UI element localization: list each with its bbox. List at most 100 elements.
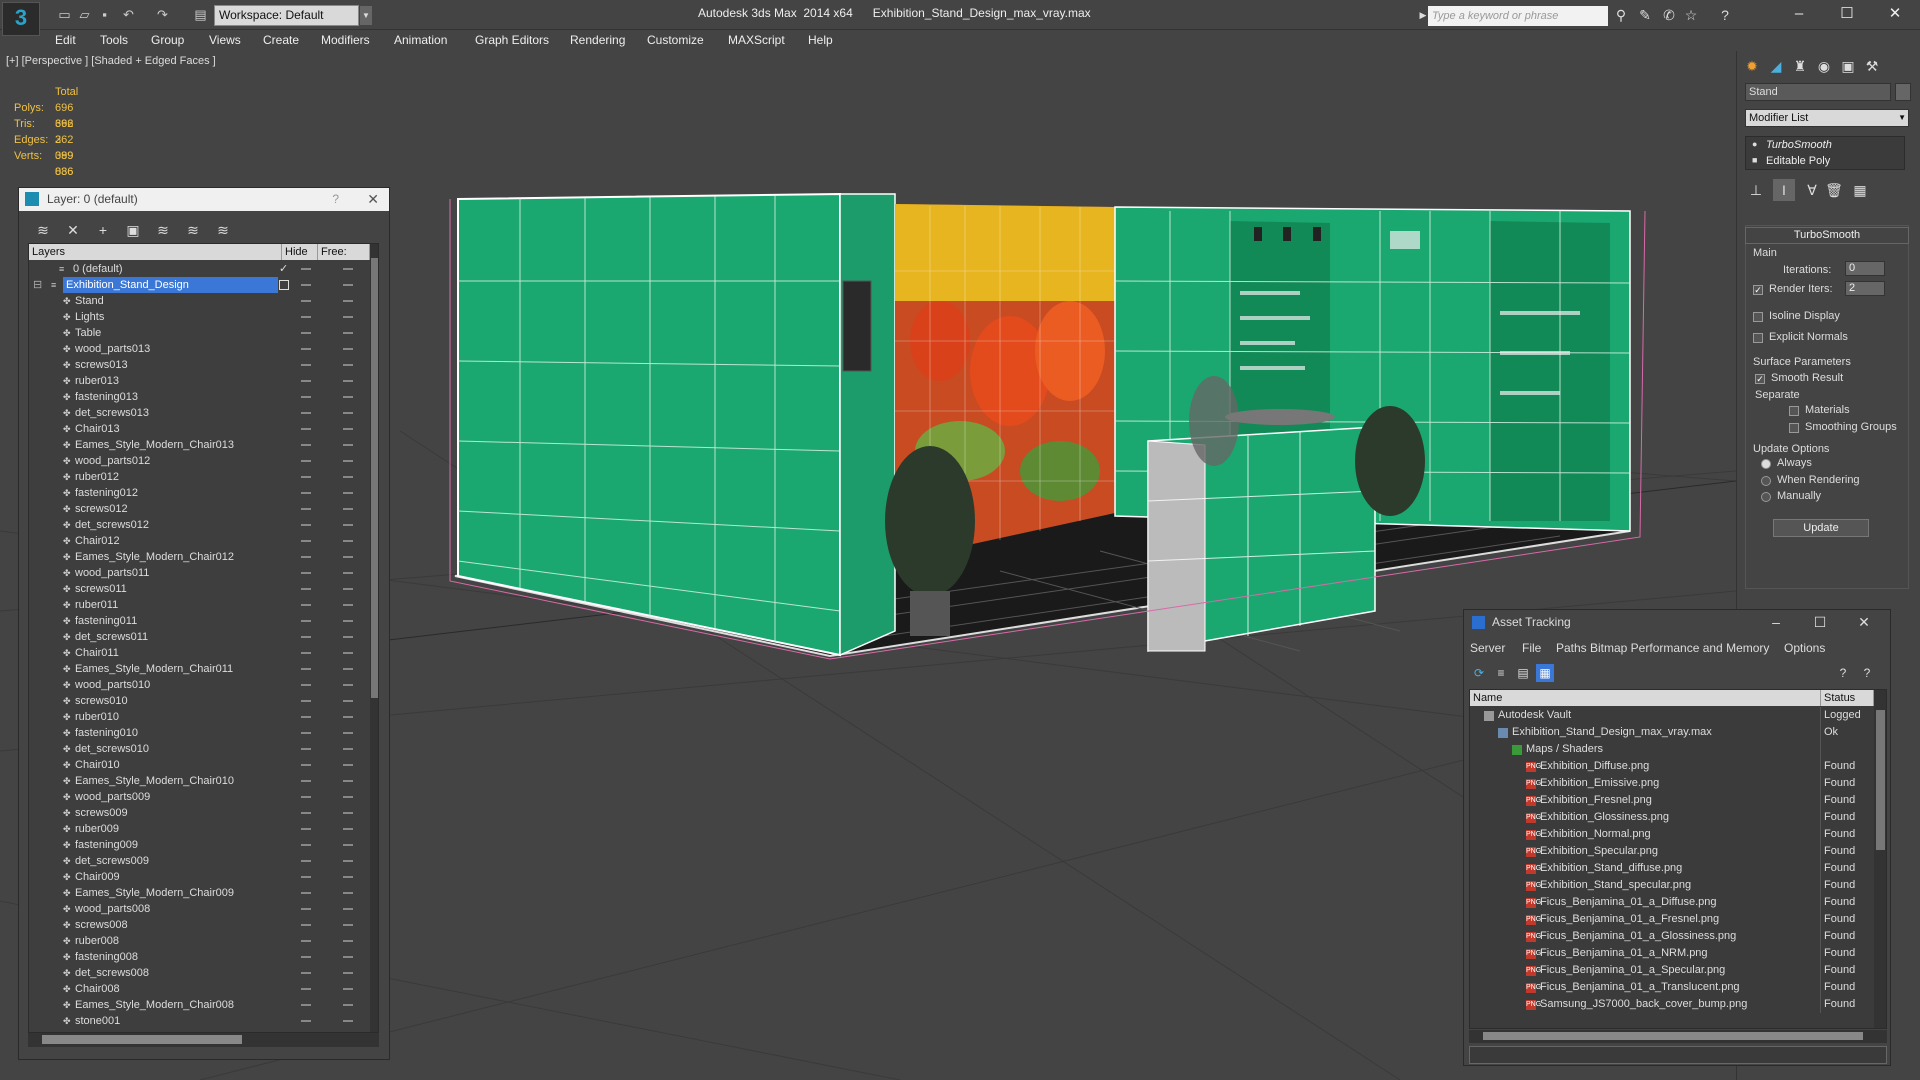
layer-row[interactable]: ✤ ruber013 — [29, 373, 369, 389]
asset-horizontal-scrollbar[interactable] — [1469, 1030, 1887, 1043]
freeze-toggle[interactable] — [343, 444, 353, 446]
asset-row[interactable]: PNG Ficus_Benjamina_01_a_Specular.png Foun… — [1470, 962, 1875, 979]
freeze-toggle[interactable] — [343, 380, 353, 382]
isoline-checkbox[interactable] — [1753, 312, 1763, 322]
layer-row[interactable]: ✤ wood_parts012 — [29, 453, 369, 469]
make-unique-icon[interactable]: ∀ — [1801, 179, 1823, 201]
minimize-button[interactable]: – — [1754, 610, 1798, 634]
menu-bitmap-performance[interactable]: Bitmap Performance and Memory — [1590, 641, 1769, 655]
hide-toggle[interactable] — [301, 476, 311, 478]
hide-toggle[interactable] — [301, 364, 311, 366]
hide-toggle[interactable] — [301, 876, 311, 878]
freeze-toggle[interactable] — [343, 556, 353, 558]
close-button[interactable]: ✕ — [1872, 2, 1918, 26]
remove-modifier-icon[interactable]: 🗑 — [1823, 179, 1845, 201]
freeze-toggle[interactable] — [343, 940, 353, 942]
layer-row[interactable]: ✤ Table — [29, 325, 369, 341]
save-icon[interactable]: ▪ — [96, 6, 113, 23]
maximize-button[interactable]: ☐ — [1824, 2, 1870, 26]
configure-sets-icon[interactable]: ▦ — [1849, 179, 1871, 201]
freeze-toggle[interactable] — [343, 716, 353, 718]
favorites-star-icon[interactable]: ☆ — [1682, 6, 1700, 24]
layer-row[interactable]: ✤ ruber008 — [29, 933, 369, 949]
modifier-list-dropdown[interactable]: Modifier List ▼ — [1745, 109, 1909, 127]
asset-row[interactable]: PNG Exhibition_Emissive.png Found — [1470, 775, 1875, 792]
layer-row[interactable]: ✤ fastening009 — [29, 837, 369, 853]
asset-vertical-scrollbar[interactable] — [1874, 690, 1886, 1028]
hide-toggle[interactable] — [301, 396, 311, 398]
hide-all-icon[interactable]: ≋ — [183, 220, 203, 240]
layer-row[interactable]: ✤ det_screws008 — [29, 965, 369, 981]
freeze-toggle[interactable] — [343, 812, 353, 814]
layer-vertical-scrollbar[interactable] — [370, 244, 378, 1032]
when-rendering-radio[interactable] — [1761, 476, 1771, 486]
hide-toggle[interactable] — [301, 620, 311, 622]
layer-row-selected[interactable]: ⊟ ≡ Exhibition_Stand_Design — [29, 277, 369, 293]
layer-row[interactable]: ✤ fastening011 — [29, 613, 369, 629]
layer-row[interactable]: ✤ ruber009 — [29, 821, 369, 837]
hide-toggle[interactable] — [301, 892, 311, 894]
layer-row[interactable]: ✤ wood_parts008 — [29, 901, 369, 917]
freeze-toggle[interactable] — [343, 572, 353, 574]
freeze-toggle[interactable] — [343, 460, 353, 462]
hide-toggle[interactable] — [301, 316, 311, 318]
motion-tab-icon[interactable]: ◉ — [1813, 55, 1835, 77]
layer-row[interactable]: ✤ wood_parts009 — [29, 789, 369, 805]
asset-row[interactable]: PNG Exhibition_Glossiness.png Found — [1470, 809, 1875, 826]
object-name-field[interactable]: Stand — [1745, 83, 1891, 101]
hide-toggle[interactable] — [301, 1020, 311, 1022]
menu-create[interactable]: Create — [263, 33, 299, 47]
asset-row[interactable]: PNG Samsung_JS7000_back_cover_bump.png Fou… — [1470, 996, 1875, 1013]
rollout-header[interactable]: TurboSmooth — [1745, 227, 1909, 244]
asset-row[interactable]: PNG Exhibition_Diffuse.png Found — [1470, 758, 1875, 775]
workspace-dropdown[interactable]: Workspace: Default ▼ — [214, 5, 372, 26]
layer-row[interactable]: ✤ stone001 — [29, 1013, 369, 1029]
freeze-toggle[interactable] — [343, 668, 353, 670]
menu-animation[interactable]: Animation — [394, 33, 447, 47]
hide-toggle[interactable] — [301, 540, 311, 542]
layer-row[interactable]: ✤ screws013 — [29, 357, 369, 373]
hide-toggle[interactable] — [301, 748, 311, 750]
layer-row[interactable]: ✤ Chair008 — [29, 981, 369, 997]
hide-toggle[interactable] — [301, 780, 311, 782]
refresh-icon[interactable]: ⟳ — [1470, 664, 1488, 682]
asset-row[interactable]: Autodesk Vault Logged — [1470, 707, 1875, 724]
layer-window-titlebar[interactable]: Layer: 0 (default) ? ✕ — [19, 188, 389, 211]
hide-toggle[interactable] — [301, 908, 311, 910]
display-tab-icon[interactable]: ▣ — [1837, 55, 1859, 77]
asset-row[interactable]: PNG Ficus_Benjamina_01_a_Glossiness.png Fo… — [1470, 928, 1875, 945]
layer-row[interactable]: ✤ screws010 — [29, 693, 369, 709]
hide-toggle[interactable] — [301, 924, 311, 926]
scroll-thumb[interactable] — [371, 258, 378, 698]
layer-row[interactable]: ✤ Stand — [29, 293, 369, 309]
scroll-thumb[interactable] — [42, 1035, 242, 1044]
layer-row[interactable]: ✤ Chair013 — [29, 421, 369, 437]
help-icon[interactable]: ? — [1834, 664, 1852, 682]
asset-row[interactable]: PNG Exhibition_Stand_specular.png Found — [1470, 877, 1875, 894]
freeze-toggle[interactable] — [343, 988, 353, 990]
explicit-normals-checkbox[interactable] — [1753, 333, 1763, 343]
col-layers[interactable]: Layers — [29, 244, 282, 260]
freeze-toggle[interactable] — [343, 364, 353, 366]
hide-toggle[interactable] — [301, 652, 311, 654]
hide-toggle[interactable] — [301, 492, 311, 494]
smooth-result-checkbox[interactable]: ✓ — [1755, 374, 1765, 384]
col-freeze[interactable]: Free: — [318, 244, 370, 260]
asset-row[interactable]: Maps / Shaders — [1470, 741, 1875, 758]
iterations-spinner[interactable]: 0 — [1845, 261, 1885, 276]
context-help-icon[interactable]: ? — [1858, 664, 1876, 682]
hide-toggle[interactable] — [301, 972, 311, 974]
hide-toggle[interactable] — [301, 460, 311, 462]
hide-toggle[interactable] — [301, 604, 311, 606]
redo-icon[interactable]: ↷ — [154, 6, 171, 23]
menu-maxscript[interactable]: MAXScript — [728, 33, 785, 47]
freeze-toggle[interactable] — [343, 300, 353, 302]
hide-toggle[interactable] — [301, 332, 311, 334]
freeze-toggle[interactable] — [343, 476, 353, 478]
freeze-toggle[interactable] — [343, 524, 353, 526]
select-objects-icon[interactable]: ▣ — [123, 220, 143, 240]
freeze-toggle[interactable] — [343, 956, 353, 958]
freeze-toggle[interactable] — [343, 924, 353, 926]
hide-toggle[interactable] — [301, 988, 311, 990]
hide-toggle[interactable] — [301, 572, 311, 574]
